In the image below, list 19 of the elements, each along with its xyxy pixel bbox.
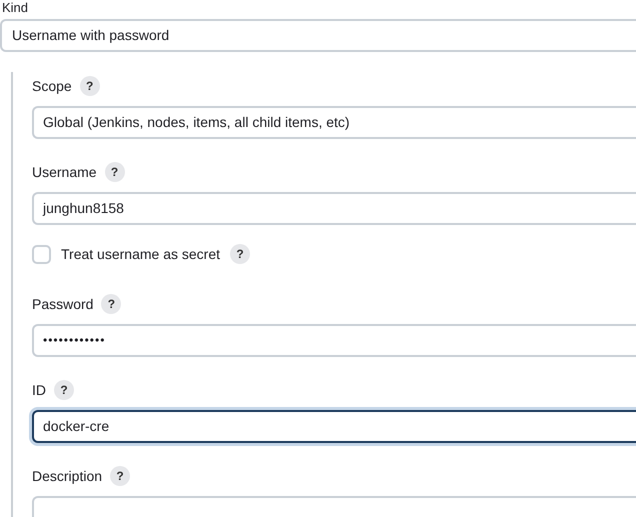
help-button[interactable]: ?	[80, 76, 100, 96]
field-label: Kind	[1, 0, 30, 15]
help-button[interactable]: ?	[101, 294, 122, 314]
field-label: Password	[32, 296, 94, 312]
field-label: Description	[32, 468, 102, 484]
kind-dropdown[interactable]: Username with password	[0, 19, 636, 52]
checkbox-label[interactable]: Treat username as secret	[61, 246, 220, 262]
input-field[interactable]: junghun8158	[32, 192, 636, 225]
checkbox[interactable]	[32, 244, 51, 264]
help-button[interactable]: ?	[54, 380, 74, 400]
field-label: Username	[32, 164, 97, 180]
help-button[interactable]: ?	[110, 466, 130, 486]
field-label: ID	[32, 382, 46, 398]
scope-dropdown[interactable]: Global (Jenkins, nodes, items, all child items, etc)	[32, 106, 636, 139]
password-field[interactable]: ••••••••••••	[32, 324, 636, 357]
help-button[interactable]: ?	[230, 244, 250, 264]
field-label: Scope	[32, 78, 72, 94]
help-button[interactable]: ?	[104, 162, 125, 182]
input-field[interactable]: docker-cre	[32, 410, 636, 443]
